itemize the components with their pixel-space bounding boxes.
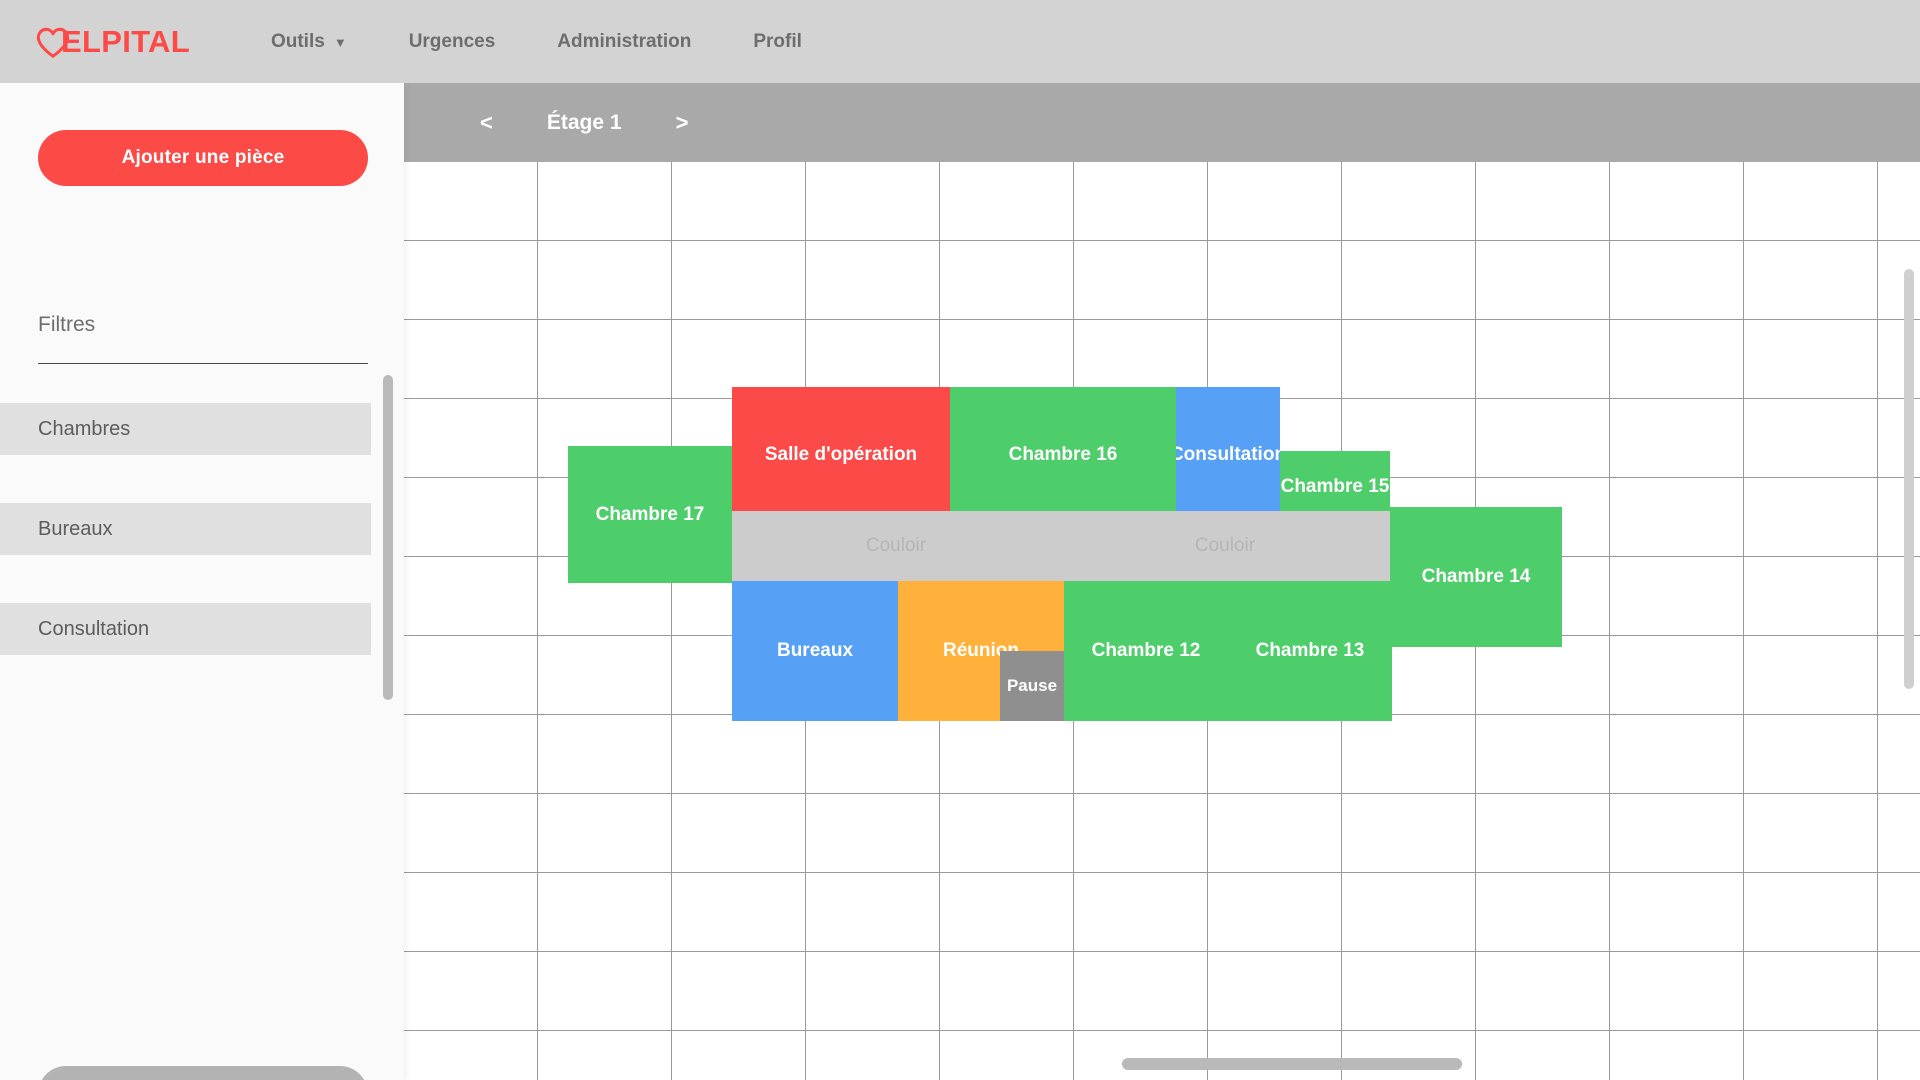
current-floor-label: Étage 1 <box>546 110 622 134</box>
filter-item-chambres[interactable]: Chambres <box>0 403 371 455</box>
room-pause[interactable]: Pause <box>1000 651 1064 721</box>
nav-links: Outils ▼ Urgences Administration Profil <box>240 0 833 83</box>
nav-link-urgences-label: Urgences <box>408 30 496 52</box>
room-chambre-14[interactable]: Chambre 14 <box>1390 507 1562 647</box>
previous-floor-button[interactable]: < <box>468 106 505 140</box>
filter-item-bureaux[interactable]: Bureaux <box>0 503 371 555</box>
top-navbar: ELPITAL Outils ▼ Urgences Administration… <box>0 0 1920 83</box>
filters-heading: Filtres <box>38 313 96 336</box>
floor-navigation-bar: < Étage 1 > <box>404 83 1920 162</box>
floor-plan-area: < Étage 1 > Salle d'opération Chambre 16 C… <box>404 83 1920 1080</box>
filters-divider <box>38 363 368 364</box>
filter-item-chambres-label: Chambres <box>38 417 131 440</box>
horizontal-scrollbar-thumb[interactable] <box>1122 1058 1462 1070</box>
nav-link-outils[interactable]: Outils ▼ <box>240 0 378 83</box>
brand-logo[interactable]: ELPITAL <box>36 18 190 66</box>
nav-link-administration-label: Administration <box>557 30 692 52</box>
room-chambre-12[interactable]: Chambre 12 <box>1064 581 1228 721</box>
sidebar: Ajouter une pièce Filtres Chambres Burea… <box>0 83 404 1080</box>
nav-link-urgences[interactable]: Urgences <box>378 0 527 83</box>
filter-item-bureaux-label: Bureaux <box>38 517 113 540</box>
room-couloir[interactable]: Couloir <box>732 511 1060 581</box>
grid-viewport[interactable]: Salle d'opérationChambre 16ConsultationC… <box>404 162 1920 1080</box>
room-bureaux[interactable]: Bureaux <box>732 581 898 721</box>
export-plan-button[interactable]: Exporter le plan <box>38 1066 368 1080</box>
chevron-down-icon: ▼ <box>333 35 347 50</box>
add-room-button[interactable]: Ajouter une pièce <box>38 130 368 186</box>
filter-scrollbar-thumb[interactable] <box>383 375 393 700</box>
nav-link-profil[interactable]: Profil <box>722 0 833 83</box>
room-chambre-16[interactable]: Chambre 16 <box>950 387 1176 522</box>
brand-logo-inner: ELPITAL <box>36 20 190 64</box>
vertical-scrollbar-thumb[interactable] <box>1904 269 1914 689</box>
filter-list: Chambres Bureaux Consultation <box>0 403 404 728</box>
nav-link-profil-label: Profil <box>753 30 802 52</box>
nav-link-administration[interactable]: Administration <box>526 0 722 83</box>
nav-link-outils-label: Outils <box>270 30 325 52</box>
room-salle-d-op-ration[interactable]: Salle d'opération <box>732 387 950 522</box>
room-chambre-17[interactable]: Chambre 17 <box>568 446 732 583</box>
filter-item-consultation[interactable]: Consultation <box>0 603 371 655</box>
app-root: ELPITAL Outils ▼ Urgences Administration… <box>0 0 1920 1080</box>
filter-item-consultation-label: Consultation <box>38 617 150 640</box>
room-consultation[interactable]: Consultation <box>1176 387 1280 522</box>
brand-text: ELPITAL <box>61 24 190 59</box>
room-chambre-13[interactable]: Chambre 13 <box>1228 581 1392 721</box>
room-couloir[interactable]: Couloir <box>1060 511 1390 581</box>
next-floor-button[interactable]: > <box>664 106 701 140</box>
